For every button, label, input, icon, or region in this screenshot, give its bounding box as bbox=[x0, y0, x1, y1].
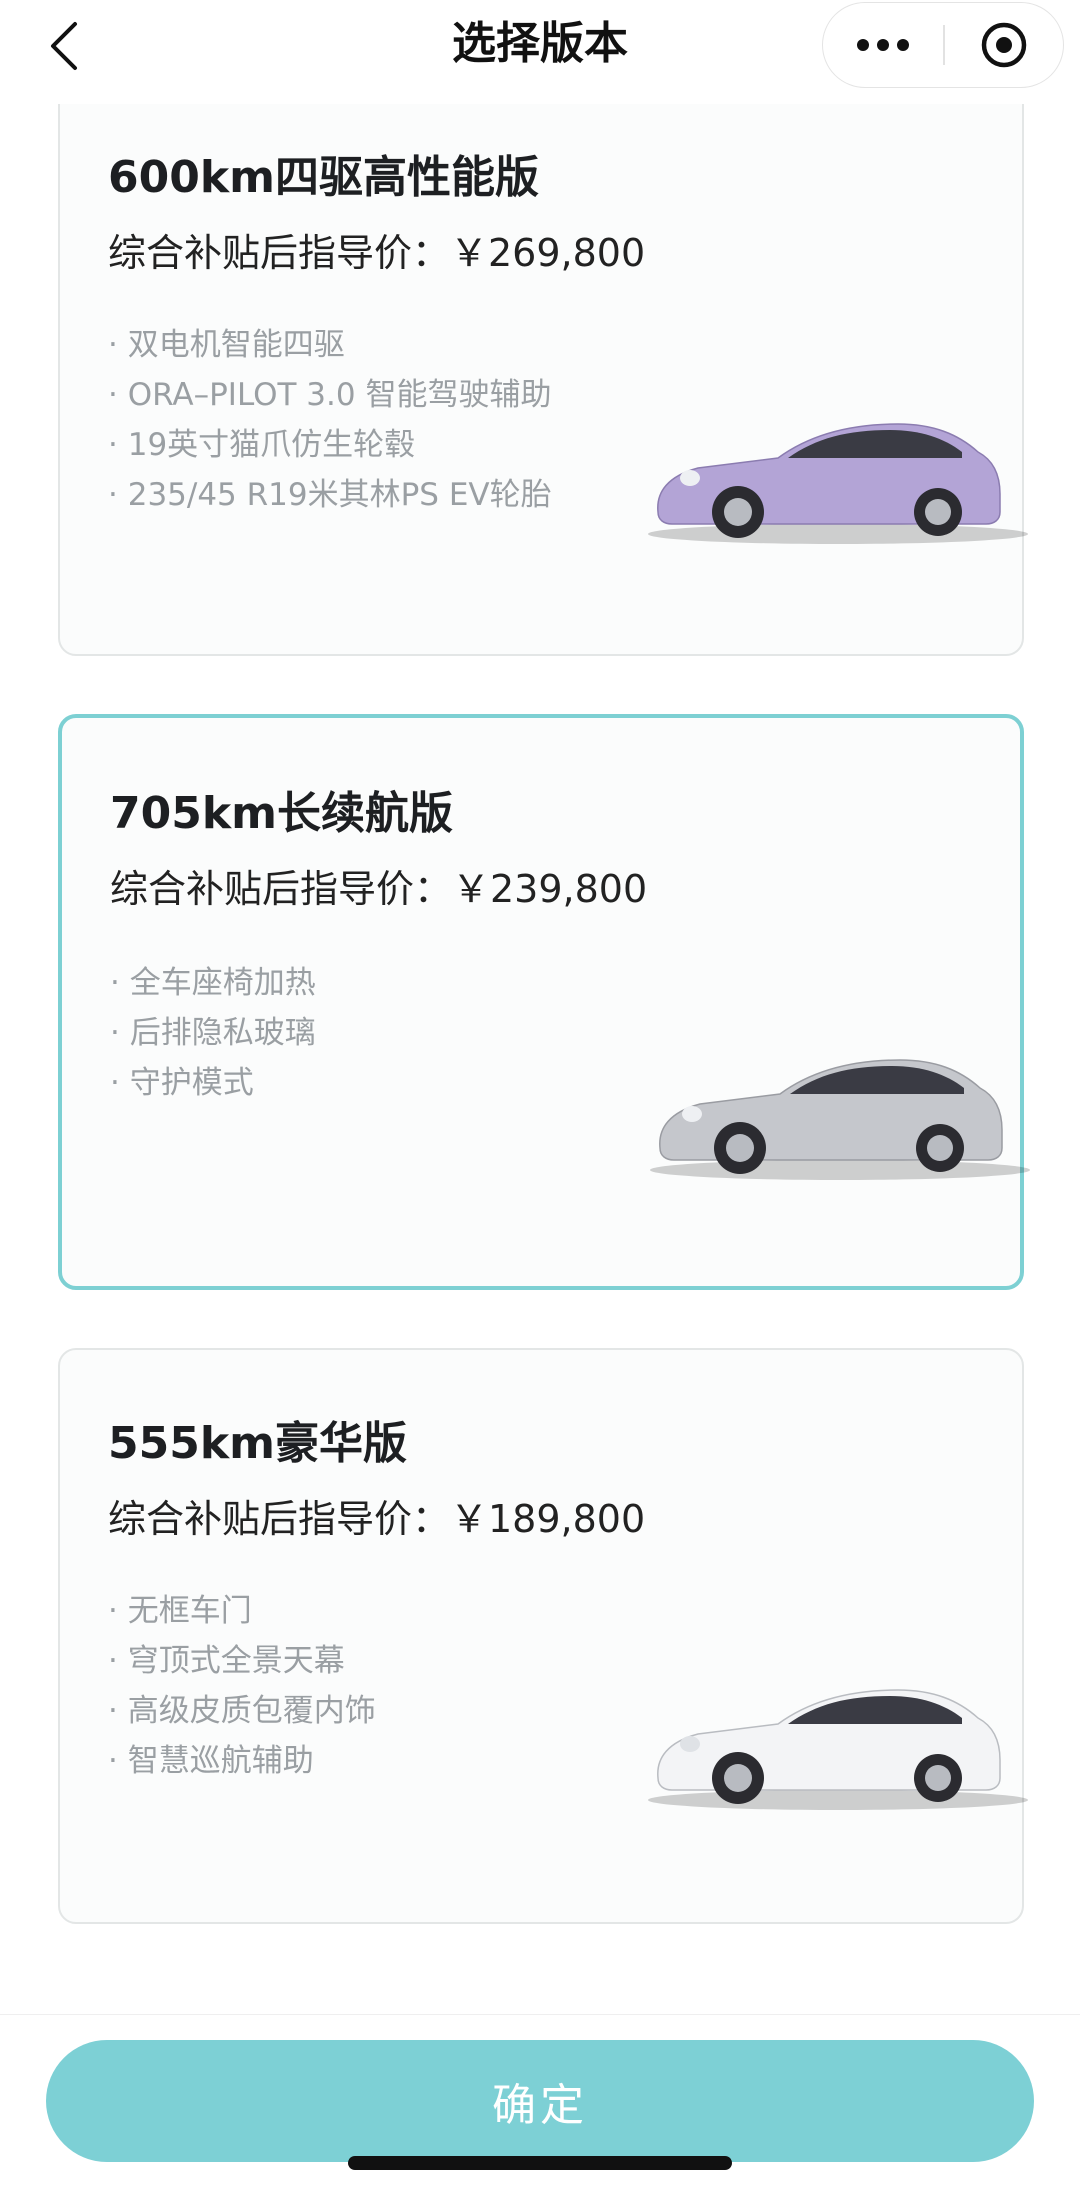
feature-item: 守护模式 bbox=[110, 1058, 316, 1108]
feature-item: 235/45 R19米其林PS EV轮胎 bbox=[108, 470, 552, 520]
version-card-555km[interactable]: 555km豪华版 综合补贴后指导价：￥189,800 无框车门 穹顶式全景天幕 … bbox=[58, 1348, 1028, 1924]
home-indicator bbox=[348, 2156, 732, 2170]
version-name: 705km长续航版 bbox=[110, 788, 453, 839]
top-nav-bar: 选择版本 bbox=[0, 0, 1080, 104]
feature-item: 后排隐私玻璃 bbox=[110, 1008, 316, 1058]
version-card-705km[interactable]: 705km长续航版 综合补贴后指导价：￥239,800 全车座椅加热 后排隐私玻… bbox=[58, 714, 1030, 1290]
confirm-button[interactable]: 确定 bbox=[46, 2040, 1034, 2162]
feature-item: 全车座椅加热 bbox=[110, 958, 316, 1008]
feature-list: 全车座椅加热 后排隐私玻璃 守护模式 bbox=[110, 958, 316, 1108]
feature-list: 无框车门 穹顶式全景天幕 高级皮质包覆内饰 智慧巡航辅助 bbox=[108, 1586, 376, 1786]
bottom-divider bbox=[0, 2014, 1080, 2015]
target-icon bbox=[981, 22, 1027, 68]
car-image bbox=[648, 1689, 1028, 1810]
feature-item: 穹顶式全景天幕 bbox=[108, 1636, 376, 1686]
feature-list: 双电机智能四驱 ORA–PILOT 3.0 智能驾驶辅助 19英寸猫爪仿生轮毂 … bbox=[108, 320, 552, 520]
version-price: 综合补贴后指导价：￥189,800 bbox=[108, 1497, 646, 1541]
version-name: 555km豪华版 bbox=[108, 1418, 407, 1469]
car-image bbox=[650, 1059, 1030, 1180]
feature-item: 双电机智能四驱 bbox=[108, 320, 552, 370]
feature-item: 高级皮质包覆内饰 bbox=[108, 1686, 376, 1736]
more-button[interactable] bbox=[823, 3, 943, 87]
more-dots-icon bbox=[857, 39, 909, 51]
version-price: 综合补贴后指导价：￥269,800 bbox=[108, 231, 646, 275]
feature-item: ORA–PILOT 3.0 智能驾驶辅助 bbox=[108, 370, 552, 420]
close-button[interactable] bbox=[945, 3, 1063, 87]
car-image bbox=[648, 423, 1028, 544]
version-name: 600km四驱高性能版 bbox=[108, 152, 539, 203]
mini-program-capsule bbox=[822, 2, 1064, 88]
version-price: 综合补贴后指导价：￥239,800 bbox=[110, 867, 648, 911]
version-card-600km[interactable]: 600km四驱高性能版 综合补贴后指导价：￥269,800 双电机智能四驱 OR… bbox=[58, 60, 1028, 656]
feature-item: 智慧巡航辅助 bbox=[108, 1736, 376, 1786]
feature-item: 无框车门 bbox=[108, 1586, 376, 1636]
feature-item: 19英寸猫爪仿生轮毂 bbox=[108, 420, 552, 470]
